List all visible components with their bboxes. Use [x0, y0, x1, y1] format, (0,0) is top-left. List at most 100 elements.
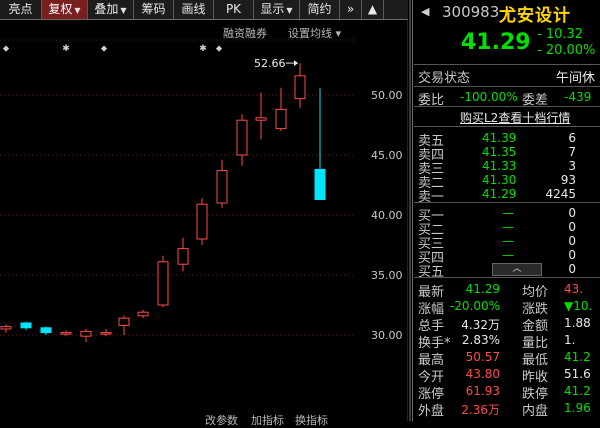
stat-value: 43.80 [465, 367, 500, 381]
toolbar-button-label: 显示 [260, 2, 285, 16]
toolbar-button-2[interactable]: 叠加 ▼ [88, 0, 134, 19]
stat-value: 1. [564, 333, 576, 347]
bid-price[interactable]: — [502, 220, 514, 234]
bid-price[interactable]: — [502, 248, 514, 262]
candle-body [118, 317, 130, 326]
candle-body [60, 332, 72, 335]
stock-name: 尤安设计 [499, 6, 571, 26]
toolbar-button-6[interactable]: 显示 ▼ [254, 0, 300, 19]
toolbar-button-8[interactable]: » [340, 0, 362, 19]
stat-value: 61.93 [465, 384, 500, 398]
stock-code: 300983 [442, 3, 500, 21]
ask-price[interactable]: 41.33 [482, 159, 516, 173]
toolbar-button-7[interactable]: 简约 [300, 0, 340, 19]
last-price: 41.29 [461, 30, 531, 55]
y-tick-label: 30.00 [371, 329, 403, 342]
bid-volume: 0 [568, 206, 576, 220]
candle-body [157, 261, 169, 306]
ask-price[interactable]: 41.30 [482, 173, 516, 187]
stat-value: 50.57 [465, 350, 500, 364]
stat-value: 41.2 [564, 384, 591, 398]
toolbar-button-label: 筹码 [141, 2, 166, 16]
quote-panel: ◀ 300983 尤安设计 41.29 - 10.32 - 20.00% 交易状… [414, 0, 600, 421]
toolbar-button-9[interactable]: ▲ [362, 0, 384, 19]
event-marker-icon: ✱ [199, 44, 207, 54]
candle-body [80, 330, 92, 337]
toolbar-button-4[interactable]: 画线 [174, 0, 214, 19]
y-tick-label: 45.00 [371, 149, 403, 162]
panel-divider[interactable] [409, 0, 411, 421]
bid-ask-ratio-value: -100.00% [460, 90, 518, 104]
candle-body [236, 119, 248, 156]
stat-value: 4.32万 [461, 318, 500, 332]
stat-label: 内盘 [522, 404, 549, 419]
ask-volume: 93 [560, 173, 576, 187]
toolbar-button-label: PK [225, 2, 242, 16]
candle-body [177, 248, 189, 265]
switch-indicator-link[interactable]: 换指标 [295, 412, 328, 428]
ask-volume: 4245 [545, 187, 576, 201]
candle-body [0, 326, 12, 330]
toolbar-button-label: 亮点 [8, 2, 33, 16]
candlestick-chart: 30.00 35.00 40.00 45.00 50.00 ⬥ ✱ ⬥ ✱ ⬥ 52.66 [0, 20, 408, 421]
stat-value: 43. [564, 282, 584, 296]
divider [414, 277, 600, 278]
candle-body [294, 75, 306, 100]
chevron-left-icon[interactable]: ◀ [421, 5, 429, 18]
chart-toolbar: 亮点 复权 ▼ 叠加 ▼ 筹码 画线 PK 显示 ▼ 简约» ▲ [0, 0, 408, 20]
toolbar-button-label: ▲ [367, 2, 378, 16]
candle-body [40, 327, 52, 334]
caret-down-icon: ▼ [74, 6, 81, 15]
divider [414, 106, 600, 107]
caret-down-icon: ▼ [120, 6, 127, 15]
event-marker-icon: ⬥ [101, 44, 108, 54]
divider [414, 126, 600, 127]
change-params-link[interactable]: 改参数 [205, 412, 238, 428]
y-tick-label: 35.00 [371, 269, 403, 282]
stat-value: 1.88 [564, 316, 591, 330]
divider [414, 64, 600, 65]
divider [414, 86, 600, 87]
y-tick-label: 50.00 [371, 89, 403, 102]
bid-volume: 0 [568, 262, 576, 276]
ask-price[interactable]: 41.35 [482, 145, 516, 159]
candle-body [314, 168, 326, 201]
bid-price[interactable]: — [502, 206, 514, 220]
stat-value: 51.6 [564, 367, 591, 381]
toolbar-button-1[interactable]: 复权 ▼ [42, 0, 88, 19]
event-marker-icon: ⬥ [3, 44, 10, 54]
event-marker-icon: ⬥ [216, 44, 223, 54]
stat-value: 41.2 [564, 350, 591, 364]
margin-trading-link[interactable]: 融资融券 [223, 25, 267, 41]
ask-volume: 7 [568, 145, 576, 159]
chart-svg: 30.00 35.00 40.00 45.00 50.00 ⬥ ✱ ⬥ ✱ ⬥ 52.66 [0, 20, 408, 421]
trade-status-label: 交易状态 [418, 71, 471, 86]
bid-volume: 0 [568, 220, 576, 234]
bid-volume: 0 [568, 234, 576, 248]
ask-price[interactable]: 41.39 [482, 131, 516, 145]
ma-settings-link[interactable]: 设置均线 ▾ [288, 25, 341, 41]
candle-body [275, 108, 287, 130]
peak-arrow-head [294, 60, 298, 67]
toolbar-button-0[interactable]: 亮点 [0, 0, 42, 19]
candle-body [137, 311, 149, 317]
panel-divider-line [412, 0, 413, 421]
collapse-book-button[interactable]: ︿ [492, 263, 542, 276]
stat-label: 外盘 [418, 404, 445, 419]
stat-value: 2.36万 [461, 403, 500, 417]
caret-down-icon: ▼ [286, 6, 293, 15]
buy-l2-link[interactable]: 购买L2查看十档行情 [460, 109, 570, 126]
bid-ask-diff-value: -439 [564, 90, 592, 104]
stat-value: 1.96 [564, 401, 591, 415]
ask-price[interactable]: 41.29 [482, 187, 516, 201]
bid-price[interactable]: — [502, 234, 514, 248]
ask-volume: 3 [568, 159, 576, 173]
stat-value: 41.29 [465, 282, 500, 296]
toolbar-button-5[interactable]: PK [214, 0, 254, 19]
y-tick-label: 40.00 [371, 209, 403, 222]
candle-body [196, 203, 208, 240]
chevron-up-icon: ︿ [512, 264, 522, 274]
add-indicator-link[interactable]: 加指标 [251, 412, 284, 428]
toolbar-button-3[interactable]: 筹码 [134, 0, 174, 19]
ask-volume: 6 [568, 131, 576, 145]
